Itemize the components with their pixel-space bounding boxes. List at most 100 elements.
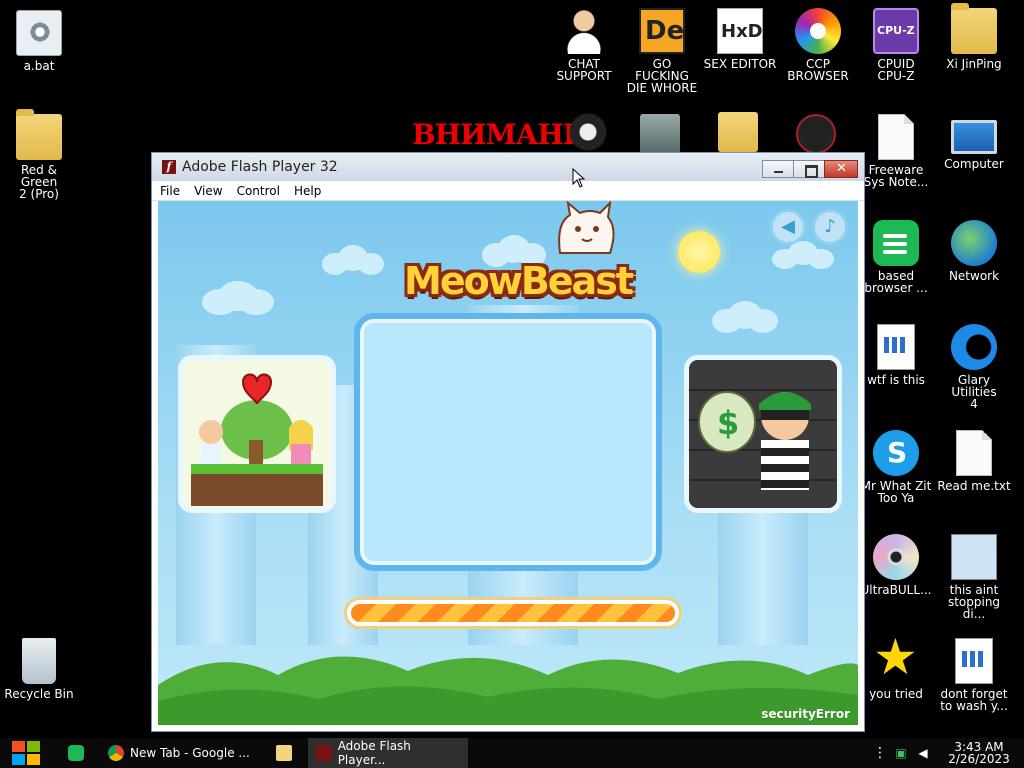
desktop-icon-label: CPUID CPU-Z <box>877 57 915 83</box>
loading-progress-fill <box>351 604 675 622</box>
skull-icon[interactable] <box>568 112 608 152</box>
recycle-bin-icon <box>22 638 56 684</box>
desktop-icon-label: Freeware Sys Note... <box>863 163 929 189</box>
desktop-icon-label: Red & Green 2 (Pro) <box>19 163 59 201</box>
desktop-icon-ultrabull[interactable]: UltraBULL... <box>858 534 934 596</box>
desktop-icon-hxd[interactable]: SEX EDITOR <box>702 8 778 70</box>
folder-icon <box>276 745 292 761</box>
desktop-icon-chat-support[interactable]: CHAT SUPPORT <box>546 8 622 82</box>
taskbar-file-explorer[interactable] <box>260 738 308 768</box>
desktop-icon-label: this aint stopping di... <box>947 583 1001 621</box>
music-note-icon: ♪ <box>824 216 836 237</box>
game-card-love[interactable] <box>178 355 336 513</box>
game-canvas[interactable]: ◀ ♪ MeowBeast $ securityError <box>158 201 858 725</box>
network-status-icon[interactable]: ▣ <box>890 746 912 760</box>
window-title: Adobe Flash Player 32 <box>182 159 338 175</box>
menu-help[interactable]: Help <box>294 184 321 198</box>
desktop-icon-label: CCP BROWSER <box>787 57 849 83</box>
clock-date: 2/26/2023 <box>948 752 1010 766</box>
cloud <box>218 281 258 311</box>
desktop-icon-based-browser[interactable]: based browser ... <box>858 220 934 294</box>
desktop-icon-xi-jinping[interactable]: Xi JinPing <box>936 3 1012 71</box>
desktop-icon-red-green[interactable]: Red & Green 2 (Pro) <box>1 109 77 201</box>
taskbar-label: New Tab - Google ... <box>130 746 250 760</box>
menu-view[interactable]: View <box>194 184 222 198</box>
desktop-icon-label: you tried <box>869 687 923 701</box>
desktop-icon-skype[interactable]: Mr What Zit Too Ya <box>858 430 934 504</box>
desktop-icon-network[interactable]: Network <box>936 220 1012 282</box>
taskbar-label: Adobe Flash Player... <box>337 739 411 767</box>
desktop-icon-de-app[interactable]: GO FUCKING DIE WHORE <box>624 8 700 94</box>
cloud <box>338 245 368 271</box>
glary-icon <box>951 324 997 370</box>
overflow-menu-icon[interactable]: ⋮ <box>870 745 890 761</box>
taskbar-flash-player[interactable]: Adobe Flash Player... <box>308 738 468 768</box>
center-panel <box>354 313 662 571</box>
window-titlebar[interactable]: f Adobe Flash Player 32 <box>152 153 864 181</box>
sun <box>678 231 720 273</box>
system-tray: ⋮ ▣ ◀ 3:43 AM 2/26/2023 <box>870 738 1024 768</box>
file-icon <box>877 324 915 370</box>
game-logo: MeowBeast <box>398 249 638 319</box>
close-button[interactable] <box>824 160 858 178</box>
taskbar: New Tab - Google ... Adobe Flash Player.… <box>0 738 1024 768</box>
person-icon <box>561 8 607 54</box>
desktop-icon-label: UltraBULL... <box>860 583 932 597</box>
menu-control[interactable]: Control <box>237 184 280 198</box>
desktop-icon-recycle-bin[interactable]: Recycle Bin <box>1 638 77 700</box>
desktop-icon-label: CHAT SUPPORT <box>556 57 612 83</box>
desktop-icon-freeware-sys-note[interactable]: Freeware Sys Note... <box>858 114 934 188</box>
loading-progress-bar <box>344 597 682 629</box>
desktop-icon-label: Read me.txt <box>937 479 1011 493</box>
minimize-button[interactable] <box>762 160 794 178</box>
game-card-robber[interactable]: $ <box>684 355 842 513</box>
desktop-icon-read-me[interactable]: Read me.txt <box>936 430 1012 492</box>
clock[interactable]: 3:43 AM 2/26/2023 <box>934 741 1024 765</box>
love-game-thumbnail <box>183 360 331 508</box>
flash-player-window[interactable]: f Adobe Flash Player 32 File View Contro… <box>151 152 865 732</box>
logo-text: MeowBeast <box>404 259 634 303</box>
start-button[interactable] <box>0 738 52 768</box>
desktop-icon-label: Recycle Bin <box>4 687 74 701</box>
disc-icon <box>873 534 919 580</box>
window-controls <box>762 160 858 178</box>
browser-icon <box>873 220 919 266</box>
music-toggle-button[interactable]: ♪ <box>812 209 848 245</box>
desktop-icon-computer[interactable]: Computer <box>936 120 1012 170</box>
desktop-icon-glary[interactable]: Glary Utilities 4 <box>936 324 1012 410</box>
desktop-icon-label: dont forget to wash y... <box>940 687 1008 713</box>
desktop-icon-label: a.bat <box>23 59 55 73</box>
desktop-icon-a-bat[interactable]: a.bat <box>1 10 77 72</box>
menu-file[interactable]: File <box>160 184 180 198</box>
desktop-icon-this-aint-stopping[interactable]: this aint stopping di... <box>936 534 1012 620</box>
desktop-icon-label: Glary Utilities 4 <box>951 373 997 411</box>
folder-icon[interactable] <box>718 112 758 152</box>
desktop-icon-you-tried[interactable]: you tried <box>858 632 934 701</box>
desktop-icon-cpuz[interactable]: CPUID CPU-Z <box>858 8 934 82</box>
maximize-button[interactable] <box>793 160 825 178</box>
desktop-icon-wtf-is-this[interactable]: wtf is this <box>858 324 934 386</box>
desktop-icon-label: Xi JinPing <box>946 57 1002 71</box>
desktop-icon-ccp-browser[interactable]: CCP BROWSER <box>780 8 856 82</box>
skype-icon <box>873 430 919 476</box>
robber-game-thumbnail: $ <box>689 360 837 508</box>
mouse-cursor-icon <box>572 168 586 188</box>
desktop: a.bat CHAT SUPPORT GO FUCKING DIE WHORE … <box>0 0 1024 768</box>
desktop-icon-dont-forget[interactable]: dont forget to wash y... <box>936 638 1012 712</box>
cpuz-icon <box>873 8 919 54</box>
sound-toggle-button[interactable]: ◀ <box>770 209 806 245</box>
browser-icon <box>795 8 841 54</box>
dark-app-icon[interactable] <box>796 114 836 154</box>
desktop-icon-label: Mr What Zit Too Ya <box>860 479 932 505</box>
folder-icon <box>16 109 62 160</box>
taskbar-chrome-tab[interactable]: New Tab - Google ... <box>100 738 260 768</box>
volume-icon[interactable]: ◀ <box>912 746 934 760</box>
hills-foreground <box>158 656 858 725</box>
search-app-icon <box>951 534 997 580</box>
flash-icon <box>316 745 332 761</box>
taskbar-green-app[interactable] <box>52 738 100 768</box>
warning-banner: ВНИМАНИ <box>412 118 589 151</box>
windows-logo-icon <box>12 741 40 765</box>
stack-app-icon[interactable] <box>640 114 680 154</box>
speaker-icon: ◀ <box>781 216 795 237</box>
